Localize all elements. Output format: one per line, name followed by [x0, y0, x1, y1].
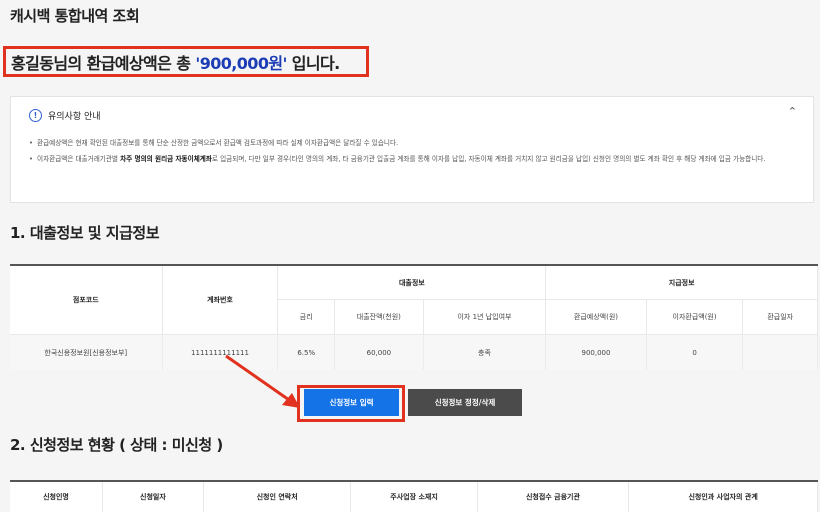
- col-header: 이자환급액(원): [646, 299, 744, 335]
- chevron-up-icon[interactable]: ⌃: [788, 105, 797, 118]
- cell: 충족: [423, 334, 547, 370]
- apply-info-button[interactable]: 신청정보 입력: [304, 389, 399, 416]
- col-header: 환급예상액(원): [545, 299, 647, 335]
- group-header-pay: 지급정보: [545, 265, 818, 300]
- cell: 60,000: [334, 334, 424, 370]
- notice-item: 환급예상액은 현재 확인된 대출정보를 통해 단순 산정한 금액으로서 환급액 …: [29, 137, 799, 149]
- col-header: 금리: [277, 299, 336, 335]
- refund-amount: '900,000원': [195, 53, 287, 73]
- col-header: 신청인 연락처: [203, 481, 352, 512]
- col-header: 신청일자: [102, 481, 204, 512]
- col-header: 계좌번호: [162, 265, 279, 335]
- group-header-loan: 대출정보: [277, 265, 547, 300]
- application-status-table: 신청인명 신청일자 신청인 연락처 주사업장 소재지 신청접수 금융기관 신청인…: [10, 480, 818, 512]
- info-icon: !: [29, 109, 42, 122]
- cell: [742, 334, 818, 370]
- notice-list: 환급예상액은 현재 확인된 대출정보를 통해 단순 산정한 금액으로서 환급액 …: [29, 137, 799, 169]
- cell: 한국신용정보원[신용정보부]: [10, 334, 163, 370]
- page-title: 캐시백 통합내역 조회: [10, 7, 140, 25]
- table-row: 한국신용정보원[신용정보부] 1111111111111 6.5% 60,000…: [10, 334, 818, 370]
- loan-info-table: 점포코드 계좌번호 대출정보 지급정보 금리 대출잔액(천원) 이자 1년 납입…: [10, 264, 818, 370]
- section2-title: 2. 신청정보 현황 ( 상태 : 미신청 ): [10, 436, 223, 454]
- notice-header[interactable]: ! 유의사항 안내: [29, 109, 101, 122]
- notice-title: 유의사항 안내: [48, 112, 101, 122]
- col-header: 주사업장 소재지: [350, 481, 478, 512]
- edit-delete-button[interactable]: 신청정보 정정/삭제: [408, 389, 522, 416]
- refund-prefix: 홍길동님의 환급예상액은 총: [11, 53, 191, 73]
- col-header: 신청인명: [10, 481, 103, 512]
- col-header: 신청인과 사업자의 관계: [628, 481, 818, 512]
- col-header: 이자 1년 납입여부: [423, 299, 547, 335]
- col-header: 환급일자: [742, 299, 818, 335]
- section1-title: 1. 대출정보 및 지급정보: [10, 224, 160, 242]
- cell: 0: [646, 334, 744, 370]
- col-header: 대출잔액(천원): [334, 299, 424, 335]
- notice-item: 이자환급액은 대출거래기관별 차주 명의의 원리금 자동이체계좌로 입금되며, …: [29, 153, 799, 165]
- col-header: 점포코드: [10, 265, 163, 335]
- col-header: 신청접수 금융기관: [477, 481, 630, 512]
- refund-summary: 홍길동님의 환급예상액은 총 '900,000원' 입니다.: [3, 46, 369, 77]
- notice-panel: ! 유의사항 안내 ⌃ 환급예상액은 현재 확인된 대출정보를 통해 단순 산정…: [10, 96, 814, 203]
- refund-suffix: 입니다.: [291, 53, 340, 73]
- cell: 900,000: [545, 334, 647, 370]
